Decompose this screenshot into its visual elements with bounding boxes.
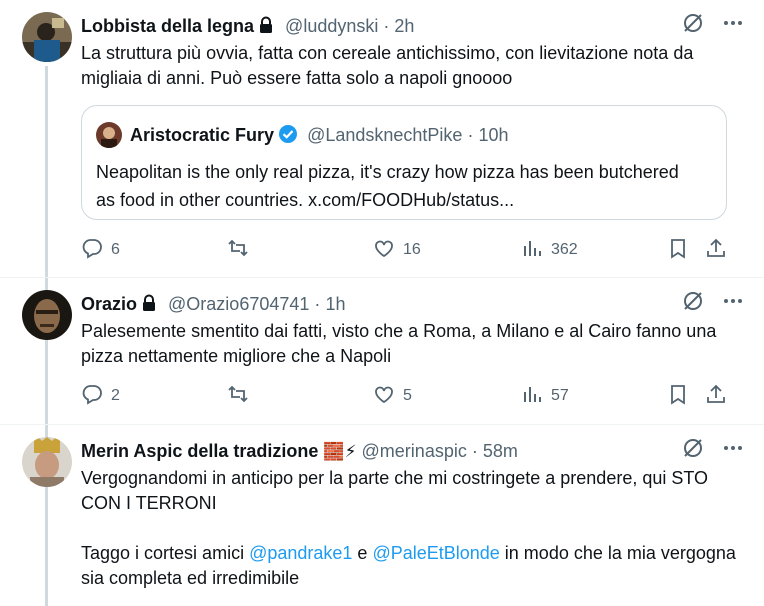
like-count: 16 — [403, 241, 421, 258]
text-fragment: e — [352, 543, 373, 563]
share-button[interactable] — [705, 238, 727, 262]
retweet-button[interactable] — [227, 238, 257, 262]
views-count: 57 — [551, 387, 569, 404]
separator-dot: · — [383, 16, 390, 36]
tweet-text: La struttura più ovvia, fatta con cereal… — [81, 43, 694, 88]
more-icon[interactable] — [722, 290, 744, 318]
action-bar: 6 16 362 — [81, 238, 731, 262]
reply-count: 2 — [111, 387, 120, 404]
timestamp[interactable]: 1h — [325, 294, 345, 314]
tweet[interactable]: Lobbista della legna @luddynski · 2h La … — [0, 12, 764, 282]
action-bar: 2 5 57 — [81, 384, 731, 408]
display-name[interactable]: Merin Aspic della tradizione — [81, 441, 318, 461]
reply-count: 6 — [111, 241, 120, 258]
more-icon[interactable] — [722, 437, 744, 465]
tweet-text: Palesemente smentito dai fatti, visto ch… — [81, 321, 717, 366]
lock-icon — [141, 294, 157, 318]
quote-display-name: Aristocratic Fury — [130, 125, 275, 145]
divider — [0, 424, 764, 425]
handle[interactable]: @merinaspic — [362, 441, 467, 461]
grok-icon[interactable] — [682, 437, 704, 465]
avatar[interactable] — [22, 437, 72, 487]
quote-text: Neapolitan is the only real pizza, it's … — [96, 162, 679, 210]
timestamp[interactable]: 2h — [394, 16, 414, 36]
handle[interactable]: @Orazio6704741 — [168, 294, 309, 314]
mention-link[interactable]: @pandrake1 — [249, 543, 352, 563]
share-icon — [705, 237, 727, 264]
like-button[interactable]: 5 — [373, 384, 412, 408]
bookmark-button[interactable] — [667, 384, 689, 408]
like-icon — [373, 237, 395, 264]
retweet-icon — [227, 383, 249, 410]
display-name[interactable]: Lobbista della legna — [81, 16, 254, 36]
reply-button[interactable]: 6 — [81, 238, 120, 262]
bookmark-icon — [667, 383, 689, 410]
tweet[interactable]: Orazio @Orazio6704741 · 1h Palesemente s… — [0, 290, 764, 430]
text-fragment: Taggo i cortesi amici — [81, 543, 250, 563]
grok-icon[interactable] — [682, 290, 704, 318]
separator-dot: · — [314, 294, 321, 314]
display-name[interactable]: Orazio — [81, 294, 137, 314]
avatar[interactable] — [22, 290, 72, 340]
tweet[interactable]: Merin Aspic della tradizione 🧱⚡ @merinas… — [0, 437, 764, 605]
grok-icon[interactable] — [682, 12, 704, 40]
lock-icon — [258, 16, 274, 40]
quote-timestamp: 10h — [478, 125, 509, 145]
reply-icon — [81, 383, 103, 410]
display-name-emoji: 🧱⚡ — [323, 442, 357, 461]
tweet-text: Vergognandomi in anticipo per la parte c… — [81, 466, 741, 591]
quoted-tweet[interactable]: Aristocratic Fury @LandsknechtPike · 10h… — [81, 105, 727, 220]
share-icon — [705, 383, 727, 410]
verified-badge-icon — [278, 124, 298, 150]
more-icon[interactable] — [722, 12, 744, 40]
timestamp[interactable]: 58m — [483, 441, 518, 461]
tweet-text-line: Taggo i cortesi amici @pandrake1 e @Pale… — [81, 541, 741, 591]
retweet-icon — [227, 237, 249, 264]
like-button[interactable]: 16 — [373, 238, 421, 262]
divider — [0, 277, 764, 278]
avatar[interactable] — [22, 12, 72, 62]
retweet-button[interactable] — [227, 384, 257, 408]
like-count: 5 — [403, 387, 412, 404]
mention-link[interactable]: @PaleEtBlonde — [372, 543, 499, 563]
views-icon — [521, 383, 543, 410]
views-button[interactable]: 362 — [521, 238, 578, 262]
views-button[interactable]: 57 — [521, 384, 569, 408]
tweet-text-line: Vergognandomi in anticipo per la parte c… — [81, 468, 709, 513]
quote-handle: @LandsknechtPike — [307, 125, 463, 145]
share-button[interactable] — [705, 384, 727, 408]
views-icon — [521, 237, 543, 264]
bookmark-button[interactable] — [667, 238, 689, 262]
bookmark-icon — [667, 237, 689, 264]
reply-icon — [81, 237, 103, 264]
separator-dot: · — [471, 441, 478, 461]
like-icon — [373, 383, 395, 410]
quote-avatar — [96, 122, 122, 148]
handle[interactable]: @luddynski — [285, 16, 378, 36]
reply-button[interactable]: 2 — [81, 384, 120, 408]
separator-dot: · — [467, 125, 474, 145]
views-count: 362 — [551, 241, 578, 258]
